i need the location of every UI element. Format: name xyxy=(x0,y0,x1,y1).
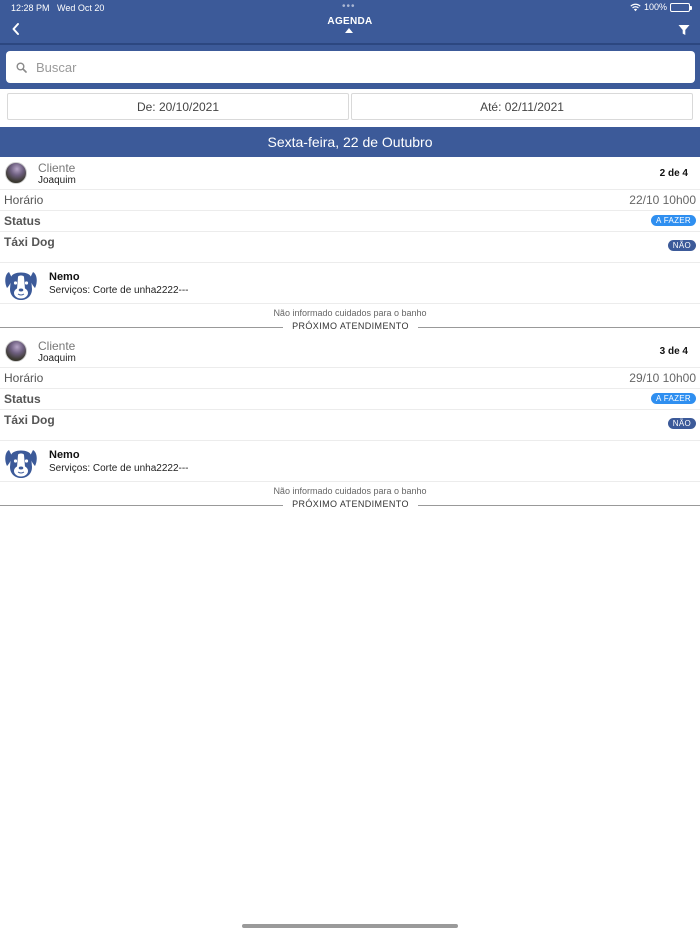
divider-line xyxy=(0,327,283,328)
date-to-button[interactable]: Até: 02/11/2021 xyxy=(351,93,693,120)
pet-name: Nemo xyxy=(49,449,80,461)
next-appointment-divider: PRÓXIMO ATENDIMENTO xyxy=(0,499,700,511)
filter-icon xyxy=(678,25,690,35)
status-badge: A FAZER xyxy=(651,215,696,226)
client-avatar xyxy=(5,340,27,362)
dog-face-icon xyxy=(4,267,38,301)
pet-services: Serviços: Corte de unha2222--- xyxy=(49,285,189,296)
pet-services: Serviços: Corte de unha2222--- xyxy=(49,463,189,474)
status-row: Status A FAZER xyxy=(0,211,700,232)
status-badge: A FAZER xyxy=(651,393,696,404)
time-value: 22/10 10h00 xyxy=(629,193,696,207)
wifi-icon xyxy=(630,3,641,11)
time-row: Horário 29/10 10h00 xyxy=(0,368,700,389)
day-header: Sexta-feira, 22 de Outubro xyxy=(0,127,700,157)
client-name: Joaquim xyxy=(38,353,76,364)
appointment-card[interactable]: Cliente Joaquim 3 de 4 Horário 29/10 10h… xyxy=(0,335,700,511)
appointment-count: 3 de 4 xyxy=(659,346,688,357)
status-bar-time: 12:28 PM Wed Oct 20 xyxy=(11,3,105,13)
page-title[interactable]: AGENDA xyxy=(0,16,700,27)
divider-line xyxy=(418,505,700,506)
next-appointment-label: PRÓXIMO ATENDIMENTO xyxy=(292,499,409,509)
divider-line xyxy=(0,505,283,506)
divider-line xyxy=(418,327,700,328)
time-label: Horário xyxy=(4,371,44,385)
appointment-count: 2 de 4 xyxy=(659,168,688,179)
taxi-dog-label: Táxi Dog xyxy=(4,235,55,249)
client-row[interactable]: Cliente Joaquim 3 de 4 xyxy=(0,335,700,368)
client-avatar xyxy=(5,162,27,184)
status-bar-right: 100% xyxy=(630,2,692,12)
next-appointment-divider: PRÓXIMO ATENDIMENTO xyxy=(0,321,700,333)
care-note: Não informado cuidados para o banho xyxy=(273,486,427,496)
pet-row[interactable]: Nemo Serviços: Corte de unha2222--- xyxy=(0,263,700,304)
multitasking-dots-icon[interactable]: ••• xyxy=(342,1,356,12)
time-value: 29/10 10h00 xyxy=(629,371,696,385)
client-label: Cliente xyxy=(38,339,76,353)
pet-name: Nemo xyxy=(49,271,80,283)
taxi-dog-label: Táxi Dog xyxy=(4,413,55,427)
status-label: Status xyxy=(4,214,41,228)
care-note: Não informado cuidados para o banho xyxy=(273,308,427,318)
time-label: Horário xyxy=(4,193,44,207)
top-bar: 12:28 PM Wed Oct 20 ••• 100% AGENDA xyxy=(0,0,700,89)
taxi-dog-row: Táxi Dog NÃO xyxy=(0,410,700,441)
search-icon xyxy=(14,60,28,74)
next-appointment-label: PRÓXIMO ATENDIMENTO xyxy=(292,321,409,331)
status-label: Status xyxy=(4,392,41,406)
client-label: Cliente xyxy=(38,161,76,175)
home-indicator[interactable] xyxy=(242,924,458,928)
appointment-card[interactable]: Cliente Joaquim 2 de 4 Horário 22/10 10h… xyxy=(0,157,700,333)
status-row: Status A FAZER xyxy=(0,389,700,410)
taxi-dog-row: Táxi Dog NÃO xyxy=(0,232,700,263)
search-bar[interactable] xyxy=(6,51,695,83)
nav-divider xyxy=(0,43,700,45)
caret-up-icon[interactable] xyxy=(345,28,353,33)
filter-button[interactable] xyxy=(674,20,694,40)
pet-row[interactable]: Nemo Serviços: Corte de unha2222--- xyxy=(0,441,700,482)
taxi-dog-badge: NÃO xyxy=(667,240,696,251)
dog-face-icon xyxy=(4,445,38,479)
client-name: Joaquim xyxy=(38,175,76,186)
time-row: Horário 22/10 10h00 xyxy=(0,190,700,211)
date-from-button[interactable]: De: 20/10/2021 xyxy=(7,93,349,120)
client-row[interactable]: Cliente Joaquim 2 de 4 xyxy=(0,157,700,190)
date-range: De: 20/10/2021 Até: 02/11/2021 xyxy=(7,93,693,120)
taxi-dog-badge: NÃO xyxy=(667,418,696,429)
search-input[interactable] xyxy=(36,59,676,75)
battery-percent: 100% xyxy=(643,2,667,12)
battery-icon xyxy=(670,2,692,12)
